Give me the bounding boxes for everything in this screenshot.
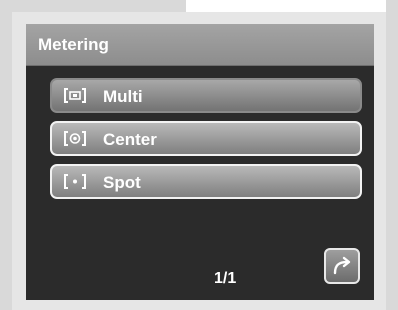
multi-metering-icon xyxy=(64,88,86,103)
spot-metering-icon xyxy=(64,174,86,189)
page-indicator: 1/1 xyxy=(214,270,237,287)
option-center[interactable]: Center xyxy=(50,121,362,156)
menu-title-bar: Metering xyxy=(26,24,374,66)
option-multi[interactable]: Multi xyxy=(50,78,362,113)
next-page-button[interactable] xyxy=(324,248,360,284)
center-metering-icon xyxy=(64,131,86,146)
option-spot[interactable]: Spot xyxy=(50,164,362,199)
option-spot-label: Spot xyxy=(103,173,141,192)
camera-screen: Metering Multi Center Spot 1/1 xyxy=(12,12,386,310)
option-multi-label: Multi xyxy=(103,87,143,106)
next-page-arrow-icon xyxy=(333,256,351,275)
menu-title: Metering xyxy=(38,35,109,54)
background-right-edge xyxy=(386,0,398,310)
option-center-label: Center xyxy=(103,130,157,149)
background-tab xyxy=(0,0,186,12)
metering-menu-panel: Metering Multi Center Spot 1/1 xyxy=(26,24,374,300)
background-left-edge xyxy=(0,12,12,310)
